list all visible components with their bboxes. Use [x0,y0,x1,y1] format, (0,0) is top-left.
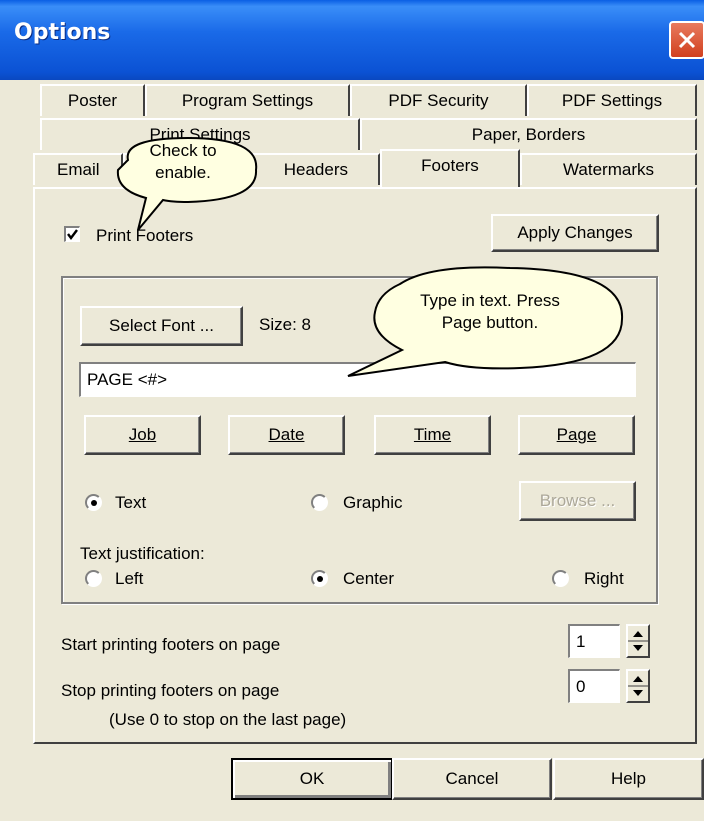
stop-page-hint: (Use 0 to stop on the last page) [109,710,347,729]
font-size-label: Size: 8 [259,315,311,334]
select-font-button[interactable]: Select Font ... [80,306,243,346]
job-button[interactable]: Job [84,415,201,455]
spinner-arrows-icon [628,631,648,651]
tab-watermarks[interactable]: Watermarks [520,153,697,185]
start-page-spinner[interactable] [626,624,650,658]
close-icon [678,31,696,49]
cancel-button[interactable]: Cancel [392,758,552,800]
title-bar: Options [0,0,704,80]
center-radio[interactable] [311,570,328,587]
left-radio-label: Left [115,569,144,588]
tab-program-settings[interactable]: Program Settings [145,84,350,116]
center-radio-label: Center [343,569,395,588]
right-radio[interactable] [552,570,569,587]
ok-button[interactable]: OK [231,758,393,800]
graphic-radio[interactable] [311,494,328,511]
type-callout-text: Type in text. Press Page button. [420,291,560,332]
text-radio-label: Text [115,493,147,512]
stop-page-input[interactable]: 0 [568,669,620,703]
page-button[interactable]: Page [518,415,635,455]
time-button[interactable]: Time [374,415,491,455]
left-radio[interactable] [85,570,102,587]
help-button[interactable]: Help [553,758,704,800]
stop-page-spinner[interactable] [626,669,650,703]
tab-pdf-settings[interactable]: PDF Settings [527,84,697,116]
tab-paper-borders[interactable]: Paper, Borders [360,118,697,150]
checkmark-icon [67,229,78,240]
date-button[interactable]: Date [228,415,345,455]
tab-footers[interactable]: Footers [380,149,520,187]
window-title: Options [14,20,111,45]
close-button[interactable] [669,21,704,59]
start-page-input[interactable]: 1 [568,624,620,658]
graphic-radio-label: Graphic [343,493,403,512]
text-radio[interactable] [85,494,102,511]
browse-button[interactable]: Browse ... [519,481,636,521]
justification-label: Text justification: [80,544,205,563]
apply-changes-button[interactable]: Apply Changes [491,214,659,252]
spinner-arrows-icon [628,676,648,696]
tab-poster[interactable]: Poster [40,84,145,116]
tab-pdf-security[interactable]: PDF Security [350,84,527,116]
right-radio-label: Right [584,569,624,588]
print-footers-checkbox[interactable] [64,226,80,242]
start-page-label: Start printing footers on page [61,635,281,654]
check-callout-text: Check to enable. [149,141,217,182]
stop-page-label: Stop printing footers on page [61,681,280,700]
